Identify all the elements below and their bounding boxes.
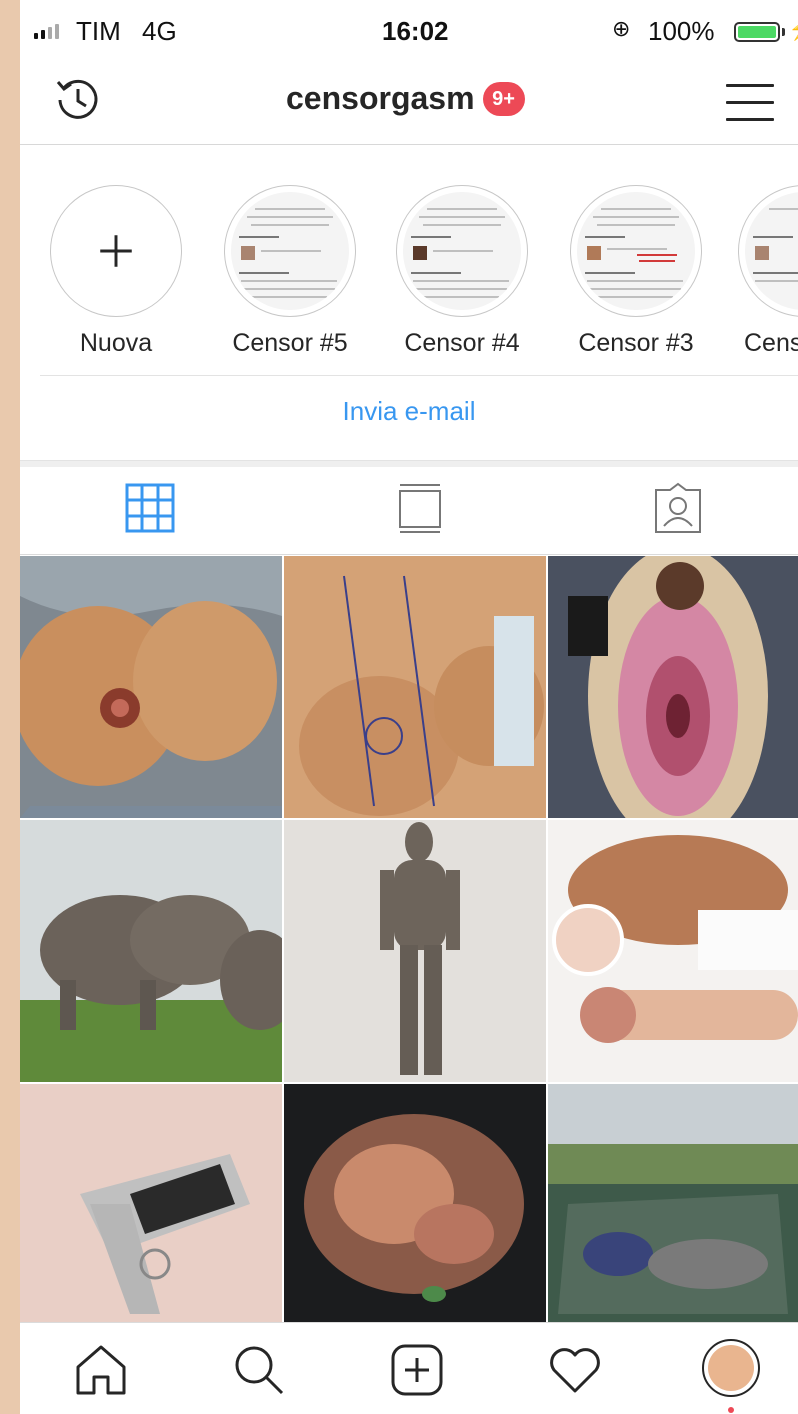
- username: censorgasm: [286, 80, 475, 116]
- post-thumbnail[interactable]: [284, 556, 546, 818]
- send-email-button[interactable]: Invia e-mail: [20, 396, 798, 427]
- plus-icon: [100, 235, 132, 267]
- highlight-label: Censor #4: [404, 329, 520, 357]
- highlight-cover: [577, 192, 695, 310]
- battery-tip: [782, 28, 785, 36]
- posts-grid: [20, 556, 798, 1322]
- signal-icon: [34, 24, 59, 39]
- grid-icon[interactable]: [124, 482, 176, 534]
- phone-screen: TIM 4G 16:02 ⊕ 100% ⚡ censorgasm 9+: [20, 0, 798, 1414]
- home-icon[interactable]: [72, 1341, 130, 1399]
- post-thumbnail[interactable]: [284, 820, 546, 1082]
- battery-percent: 100%: [648, 16, 715, 46]
- post-thumbnail[interactable]: [20, 1084, 282, 1322]
- highlight-censor-3[interactable]: Censor #3: [566, 185, 706, 358]
- profile-tabs: [20, 466, 798, 555]
- charging-icon: ⚡: [788, 16, 798, 42]
- post-thumbnail[interactable]: [548, 556, 798, 818]
- status-bar: TIM 4G 16:02 ⊕ 100% ⚡: [20, 0, 798, 62]
- clock: 16:02: [382, 16, 449, 46]
- profile-avatar[interactable]: [702, 1339, 760, 1397]
- profile-header: censorgasm 9+: [20, 62, 798, 145]
- divider: [40, 375, 798, 376]
- post-thumbnail[interactable]: [548, 1084, 798, 1322]
- highlight-cover: [745, 192, 798, 310]
- network-type: 4G: [142, 16, 177, 46]
- battery-icon: [734, 22, 780, 42]
- add-post-icon[interactable]: [388, 1341, 446, 1399]
- highlight-cover: [231, 192, 349, 310]
- story-highlights: Nuova Censor #5 Censor #4 Censor #3 Cens: [20, 145, 798, 375]
- highlight-label: Cens: [744, 329, 798, 357]
- carrier-name: TIM: [76, 16, 121, 46]
- highlight-censor-4[interactable]: Censor #4: [392, 185, 532, 358]
- bottom-navigation: [20, 1322, 798, 1414]
- highlight-label: Censor #3: [578, 329, 694, 357]
- highlight-new[interactable]: Nuova: [46, 185, 186, 358]
- highlight-censor-partial[interactable]: Cens: [738, 185, 798, 358]
- highlight-label: Censor #5: [232, 329, 348, 357]
- post-thumbnail[interactable]: [548, 820, 798, 1082]
- username-title[interactable]: censorgasm 9+: [286, 80, 525, 117]
- avatar: [708, 1345, 754, 1391]
- post-thumbnail[interactable]: [20, 820, 282, 1082]
- highlight-label: Nuova: [79, 329, 153, 357]
- history-icon[interactable]: [50, 72, 106, 128]
- post-thumbnail[interactable]: [20, 556, 282, 818]
- heart-icon[interactable]: [546, 1341, 604, 1399]
- post-thumbnail[interactable]: [284, 1084, 546, 1322]
- tagged-icon[interactable]: [652, 482, 704, 534]
- new-highlight-ring: [50, 185, 182, 317]
- highlight-cover: [403, 192, 521, 310]
- notification-badge: 9+: [482, 81, 525, 116]
- hamburger-menu-icon[interactable]: [726, 76, 774, 124]
- highlight-censor-5[interactable]: Censor #5: [220, 185, 360, 358]
- feed-icon[interactable]: [394, 482, 446, 534]
- search-icon[interactable]: [230, 1341, 288, 1399]
- profile-notification-dot: [728, 1407, 734, 1413]
- orientation-lock-icon: ⊕: [612, 16, 631, 41]
